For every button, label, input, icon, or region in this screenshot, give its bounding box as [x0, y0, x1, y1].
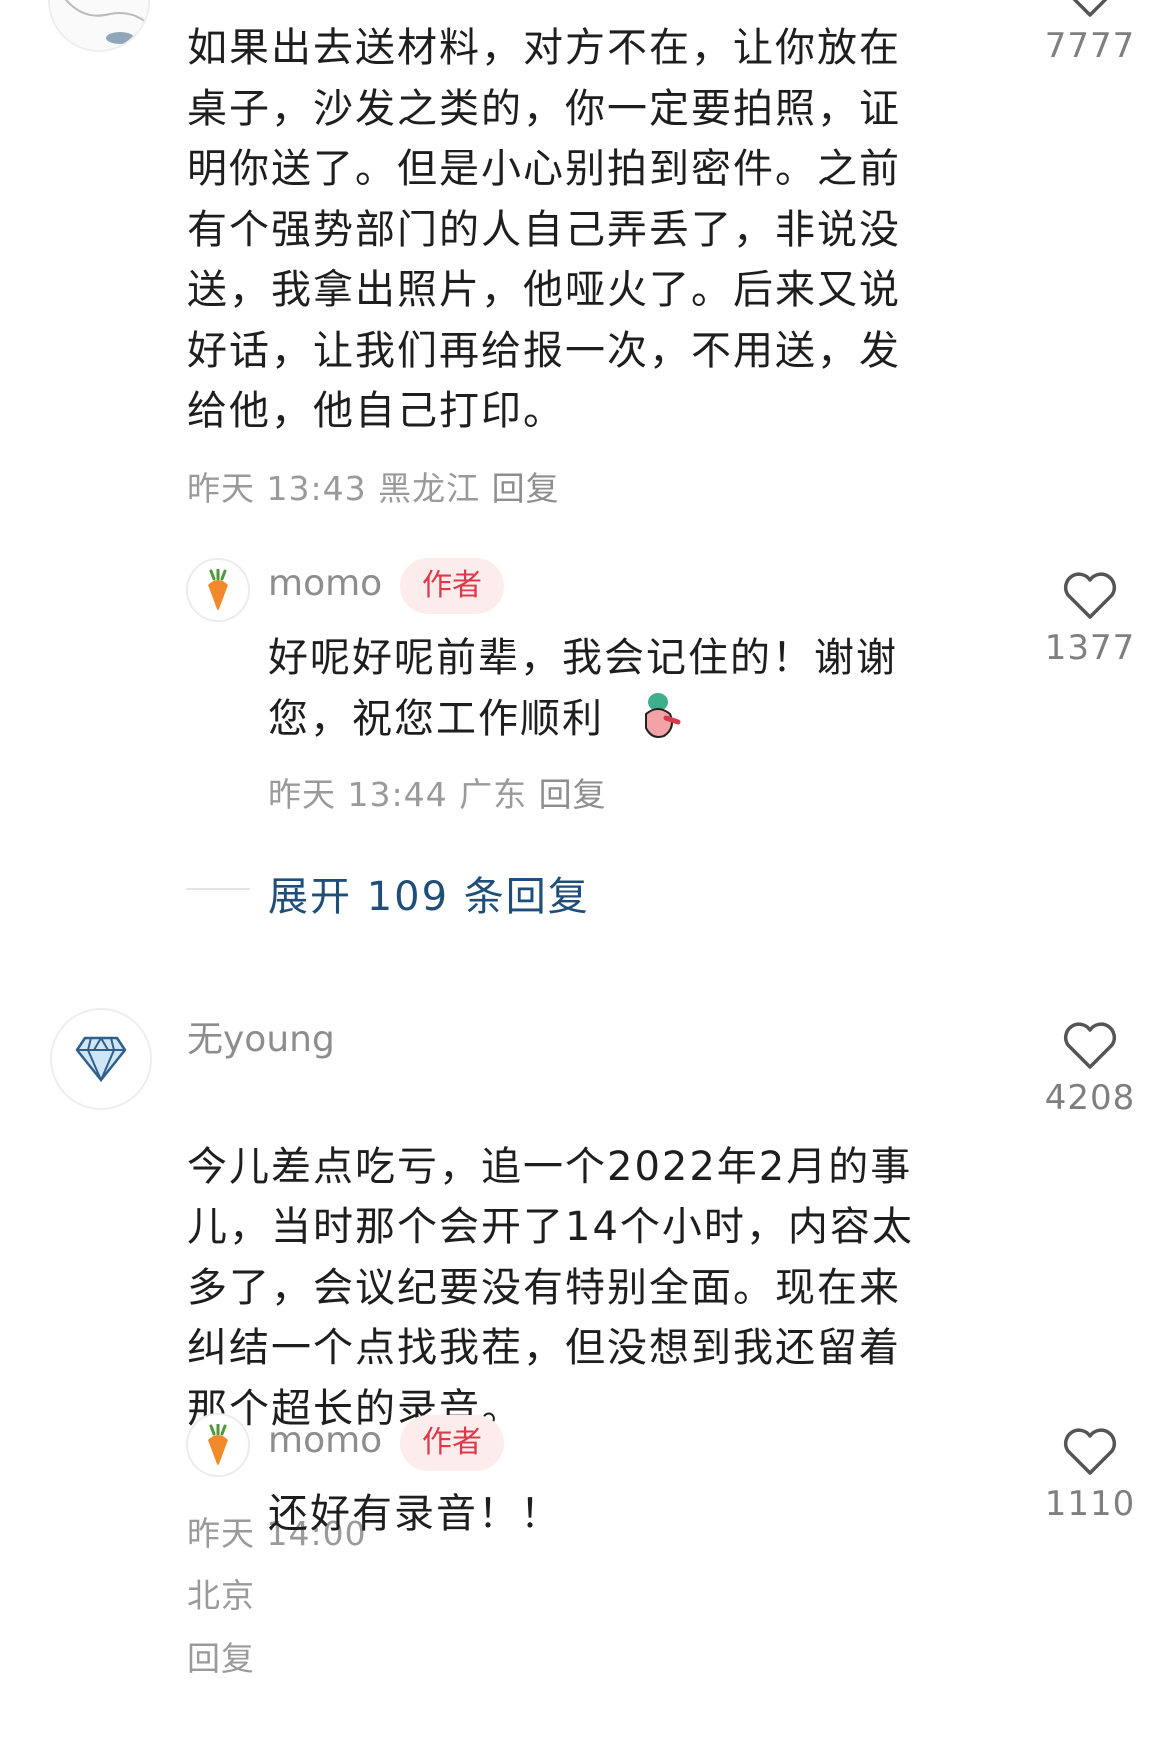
reply-link[interactable]: 回复 — [187, 1639, 255, 1678]
like-button[interactable]: 1377 — [1030, 572, 1150, 668]
commenter-avatar[interactable] — [50, 1008, 152, 1110]
carrot-avatar-icon — [208, 1424, 228, 1465]
comment-location: 黑龙江 — [378, 469, 481, 508]
comment-text-body: 今儿差点吃亏，追一个2022年2月的事 儿，当时那个会开了14个小时，内容太 多… — [187, 1143, 914, 1432]
reply-meta: 昨天 13:44 广东 回复 — [268, 768, 607, 816]
expand-divider — [186, 888, 250, 890]
reply-text: 还好有录音！！ — [268, 1491, 562, 1537]
comment-location: 北京 — [187, 1576, 255, 1615]
reply-location: 广东 — [459, 775, 528, 814]
like-button[interactable]: 4208 — [1030, 1022, 1150, 1118]
heart-outline-icon — [1072, 0, 1108, 17]
author-avatar[interactable] — [186, 1413, 250, 1477]
like-count: 1110 — [1044, 1484, 1136, 1524]
carrot-avatar-icon — [208, 569, 228, 610]
heart-outline-icon — [1063, 1428, 1117, 1475]
cat-sketch-avatar-icon — [50, 0, 148, 50]
sticker-emoji-icon — [645, 693, 681, 738]
heart-outline-icon — [1063, 1022, 1117, 1069]
like-count: 1377 — [1044, 628, 1136, 668]
reply-link[interactable]: 回复 — [539, 775, 607, 814]
author-badge: 作者 — [400, 1415, 504, 1471]
expand-replies-link[interactable]: 展开 109 条回复 — [268, 864, 590, 922]
reply-link[interactable]: 回复 — [492, 469, 560, 508]
commenter-username[interactable]: 无young — [187, 1010, 335, 1062]
comment-text: 如果出去送材料，对方不在，让你放在 桌子，沙发之类的，你一定要拍照，证 明你送了… — [187, 25, 901, 434]
author-username[interactable]: momo — [268, 563, 382, 604]
comment-time: 昨天 13:43 — [187, 469, 367, 508]
reply-text: 好呢好呢前辈，我会记住的！谢谢 您，祝您工作顺利 — [268, 635, 898, 742]
author-badge: 作者 — [400, 558, 504, 614]
reply-time: 昨天 13:44 — [268, 775, 448, 814]
like-button[interactable]: 1110 — [1030, 1428, 1150, 1524]
comment-meta: 昨天 13:43 黑龙江 回复 — [187, 462, 560, 510]
heart-outline-icon — [1063, 572, 1117, 619]
like-count: 4208 — [1044, 1078, 1136, 1118]
like-button[interactable]: 7777 — [1030, 0, 1150, 66]
author-username[interactable]: momo — [268, 1420, 382, 1461]
like-count: 7777 — [1044, 26, 1136, 66]
commenter-avatar[interactable] — [48, 0, 150, 52]
comment-text: 今儿差点吃亏，追一个2022年2月的事 儿，当时那个会开了14个小时，内容太 多… — [187, 1076, 987, 1750]
author-avatar[interactable] — [186, 558, 250, 622]
diamond-avatar-icon — [75, 1036, 127, 1082]
